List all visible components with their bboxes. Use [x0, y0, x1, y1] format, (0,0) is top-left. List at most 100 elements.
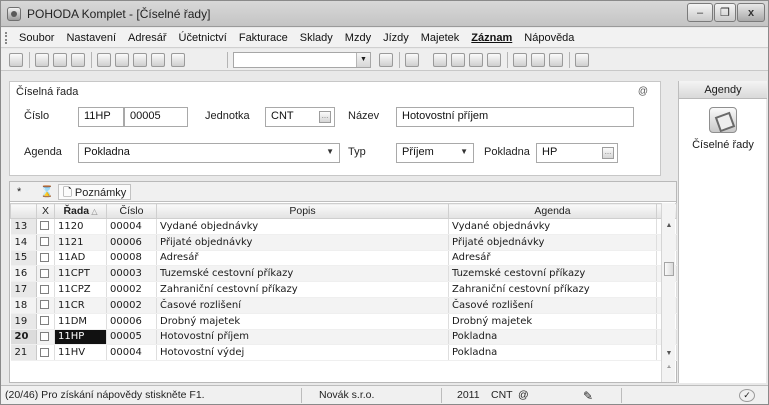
agenda-item-label[interactable]: Číselné řady: [679, 139, 767, 151]
minimize-button[interactable]: –: [687, 3, 713, 22]
row-checkbox[interactable]: [36, 297, 55, 314]
cell-popis[interactable]: Hotovostní výdej: [156, 344, 449, 362]
tab-notes[interactable]: 🗋 Poznámky: [58, 184, 132, 200]
column-header-popis[interactable]: Popis: [156, 203, 449, 219]
panel-icon[interactable]: [531, 53, 545, 67]
cell-popis[interactable]: Přijaté objednávky: [156, 234, 449, 251]
ok-check-icon[interactable]: ✓: [739, 389, 755, 402]
menu-nastaveni[interactable]: Nastavení: [60, 32, 122, 44]
print-icon[interactable]: [53, 53, 67, 67]
column-header-rada[interactable]: Řada △: [54, 203, 107, 219]
cell-agenda[interactable]: Vydané objednávky: [448, 218, 657, 235]
users-icon[interactable]: [487, 53, 501, 67]
cell-rada[interactable]: 11CPT: [54, 265, 107, 283]
cell-agenda[interactable]: Přijaté objednávky: [448, 234, 657, 251]
cell-cislo[interactable]: 00004: [106, 344, 157, 362]
close-button[interactable]: x: [737, 3, 765, 22]
save-icon[interactable]: [133, 53, 147, 67]
row-checkbox[interactable]: [36, 218, 55, 235]
table-row[interactable]: 16 11CPT 00003 Tuzemské cestovní příkazy…: [10, 265, 677, 283]
table-row[interactable]: 18 11CR 00002 Časové rozlišení Časové ro…: [10, 297, 677, 314]
cell-popis[interactable]: Vydané objednávky: [156, 218, 449, 235]
scroll-up-icon[interactable]: ▲: [663, 221, 675, 231]
lookup-icon[interactable]: …: [602, 147, 614, 159]
new-record-icon[interactable]: [97, 53, 111, 67]
jednotka-field[interactable]: CNT …: [265, 107, 335, 127]
preview-icon[interactable]: [71, 53, 85, 67]
restore-button[interactable]: ❐: [714, 3, 736, 22]
menu-ucetnictvi[interactable]: Účetnictví: [173, 32, 233, 44]
cislo-prefix-field[interactable]: 11HP: [78, 107, 124, 127]
cell-rada[interactable]: 1121: [54, 234, 107, 251]
cell-cislo[interactable]: 00003: [106, 265, 157, 283]
cell-rada[interactable]: 11DM: [54, 313, 107, 330]
menu-soubor[interactable]: Soubor: [13, 32, 60, 44]
menu-majetek[interactable]: Majetek: [415, 32, 466, 44]
status-unit[interactable]: CNT: [491, 389, 513, 401]
menu-adresar[interactable]: Adresář: [122, 32, 173, 44]
cell-agenda[interactable]: Adresář: [448, 250, 657, 267]
typ-select[interactable]: Příjem ▼: [396, 143, 474, 163]
menu-fakturace[interactable]: Fakturace: [233, 32, 294, 44]
agenda-select[interactable]: Pokladna ▼: [78, 143, 340, 163]
scrollbar-thumb[interactable]: [664, 262, 674, 276]
cell-popis[interactable]: Zahraniční cestovní příkazy: [156, 281, 449, 298]
copy-icon[interactable]: [171, 53, 185, 67]
cell-cislo[interactable]: 00006: [106, 313, 157, 330]
vertical-scrollbar[interactable]: ▲ ▼ ⩡: [661, 203, 675, 382]
cell-agenda[interactable]: Drobný majetek: [448, 313, 657, 330]
title-bar[interactable]: POHODA Komplet - [Číselné řady] – ❐ x: [1, 1, 768, 27]
table-icon[interactable]: [469, 53, 483, 67]
cell-rada[interactable]: 11AD: [54, 250, 107, 267]
row-checkbox[interactable]: [36, 234, 55, 251]
scroll-bottom-icon[interactable]: ⩡: [663, 363, 675, 373]
cell-agenda[interactable]: Pokladna: [448, 344, 657, 362]
menu-sklady[interactable]: Sklady: [294, 32, 339, 44]
menu-napoveda[interactable]: Nápověda: [518, 32, 580, 44]
table-row[interactable]: 15 11AD 00008 Adresář Adresář: [10, 250, 677, 267]
cell-popis[interactable]: Drobný majetek: [156, 313, 449, 330]
scroll-down-icon[interactable]: ▼: [663, 349, 675, 359]
cell-popis[interactable]: Hotovostní příjem: [156, 329, 449, 346]
table-row-selected[interactable]: 20 11HP 00005 Hotovostní příjem Pokladna: [10, 329, 677, 346]
cell-rada[interactable]: 11CR: [54, 297, 107, 314]
pokladna-field[interactable]: HP …: [536, 143, 618, 163]
table-row[interactable]: 17 11CPZ 00002 Zahraniční cestovní příka…: [10, 281, 677, 298]
pen-icon[interactable]: ✎: [583, 389, 593, 403]
window-icon[interactable]: [513, 53, 527, 67]
row-checkbox[interactable]: [36, 344, 55, 362]
cell-rada-selected[interactable]: 11HP: [54, 329, 107, 346]
cell-agenda[interactable]: Zahraniční cestovní příkazy: [448, 281, 657, 298]
menu-jizdy[interactable]: Jízdy: [377, 32, 415, 44]
nazev-field[interactable]: Hotovostní příjem: [396, 107, 634, 127]
cislo-number-field[interactable]: 00005: [124, 107, 188, 127]
cell-rada[interactable]: 1120: [54, 218, 107, 235]
at-icon[interactable]: @: [638, 86, 648, 97]
cell-cislo[interactable]: 00008: [106, 250, 157, 267]
print-preview-icon[interactable]: [35, 53, 49, 67]
cell-agenda[interactable]: Časové rozlišení: [448, 297, 657, 314]
connect-icon[interactable]: [9, 53, 23, 67]
row-checkbox[interactable]: [36, 313, 55, 330]
row-checkbox[interactable]: [36, 250, 55, 267]
cell-popis[interactable]: Adresář: [156, 250, 449, 267]
cell-rada[interactable]: 11CPZ: [54, 281, 107, 298]
table-row[interactable]: 14 1121 00006 Přijaté objednávky Přijaté…: [10, 234, 677, 251]
cell-cislo[interactable]: 00004: [106, 218, 157, 235]
link-icon[interactable]: [433, 53, 447, 67]
cell-agenda[interactable]: Tuzemské cestovní příkazy: [448, 265, 657, 283]
status-at[interactable]: @: [518, 389, 529, 401]
help-icon[interactable]: [575, 53, 589, 67]
status-year[interactable]: 2011: [457, 389, 480, 401]
grid-icon[interactable]: [451, 53, 465, 67]
cell-cislo[interactable]: 00002: [106, 281, 157, 298]
menu-mzdy[interactable]: Mzdy: [339, 32, 377, 44]
cell-agenda[interactable]: Pokladna: [448, 329, 657, 346]
lookup-icon[interactable]: …: [319, 111, 331, 123]
column-header-x[interactable]: X: [36, 203, 55, 219]
table-row[interactable]: 13 1120 00004 Vydané objednávky Vydané o…: [10, 218, 677, 235]
number-series-icon[interactable]: [709, 107, 737, 133]
save-all-icon[interactable]: [151, 53, 165, 67]
form-icon[interactable]: [549, 53, 563, 67]
cell-popis[interactable]: Časové rozlišení: [156, 297, 449, 314]
